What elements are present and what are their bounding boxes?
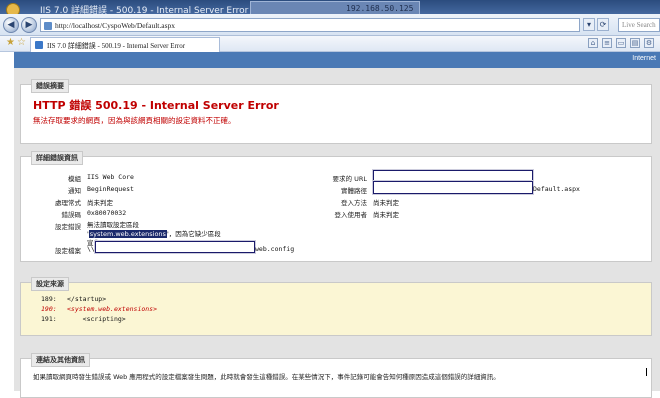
code-line-num-error: 190: <box>41 305 57 313</box>
tab-label: IIS 7.0 詳細錯誤 - 500.19 - Internal Server … <box>47 42 186 50</box>
address-toolbar: ◀ ▶ http://localhost/CyspoWeb/Default.as… <box>0 14 660 36</box>
address-text: http://localhost/CyspoWeb/Default.aspx <box>55 21 176 30</box>
page-icon <box>44 22 52 30</box>
favorites-star-icon[interactable]: ★ <box>6 37 15 48</box>
more-info-text: 如果讀取網頁時發生錯誤或 Web 應用程式的設定檔案發生問題，此時就會發生這種錯… <box>33 373 500 381</box>
page-body: 錯誤摘要 HTTP 錯誤 500.19 - Internal Server Er… <box>14 68 660 398</box>
back-arrow-icon[interactable]: ◀ <box>3 17 19 33</box>
code-line-num: 191: <box>41 315 57 323</box>
detail-label-logon-method: 登入方法 <box>341 199 367 207</box>
code-line-text: <scripting> <box>67 315 126 323</box>
tab-bar: ★ ☆ IIS 7.0 詳細錯誤 - 500.19 - Internal Ser… <box>0 36 660 52</box>
detail-label-config-file: 設定檔案 <box>55 247 81 255</box>
detail-label-config-error: 設定錯誤 <box>55 223 81 231</box>
detail-label-logon-user: 登入使用者 <box>334 211 368 219</box>
dropdown-icon[interactable]: ▾ <box>583 18 595 31</box>
config-source-tag: 設定來源 <box>31 277 69 291</box>
browser-window: IIS 7.0 詳細錯誤 - 500.19 - Internal Server … <box>0 0 660 398</box>
tab-page-icon <box>35 41 43 49</box>
error-details-tag: 詳細錯誤資訊 <box>31 151 83 165</box>
home-icon[interactable]: ⌂ <box>588 38 598 48</box>
error-details-panel: 詳細錯誤資訊 模組 IIS Web Core 通知 BeginRequest 處… <box>20 151 652 262</box>
error-heading: HTTP 錯誤 500.19 - Internal Server Error <box>33 99 279 112</box>
more-info-panel: 連結及其他資訊 如果讀取網頁時發生錯誤或 Web 應用程式的設定檔案發生問題，此… <box>20 353 652 398</box>
tab-iis-error[interactable]: IIS 7.0 詳細錯誤 - 500.19 - Internal Server … <box>30 37 220 52</box>
add-favorite-icon[interactable]: ☆ <box>17 37 26 48</box>
tools-menu-icon[interactable]: ⚙ <box>644 38 654 48</box>
detail-value-handler: 尚未判定 <box>87 199 113 207</box>
address-bar[interactable]: http://localhost/CyspoWeb/Default.aspx <box>40 18 580 32</box>
detail-label-module: 模組 <box>68 175 81 183</box>
feeds-icon[interactable]: ≡ <box>602 38 612 48</box>
detail-label-notification: 通知 <box>68 187 81 195</box>
redacted-config-path <box>95 241 255 253</box>
detail-label-error-code: 錯誤碼 <box>61 211 82 219</box>
code-line-num: 189: <box>41 295 57 303</box>
detail-value-error-code: 0x80070032 <box>87 209 127 217</box>
more-info-tag: 連結及其他資訊 <box>31 353 90 367</box>
error-summary-panel: 錯誤摘要 HTTP 錯誤 500.19 - Internal Server Er… <box>20 79 652 144</box>
refresh-icon[interactable]: ⟳ <box>597 18 609 31</box>
detail-label-url: 要求的 URL <box>332 175 367 183</box>
detail-value-logon-user: 尚未判定 <box>373 211 399 219</box>
detail-value-logon-method: 尚未判定 <box>373 199 399 207</box>
page-content: Internet 錯誤摘要 HTTP 錯誤 500.19 - Internal … <box>14 52 660 398</box>
error-summary-tag: 錯誤摘要 <box>31 79 69 93</box>
zone-label: Internet <box>632 55 656 62</box>
page-menu-icon[interactable]: ▤ <box>630 38 640 48</box>
print-icon[interactable]: ▭ <box>616 38 626 48</box>
detail-value-config-suffix: web.config <box>255 245 295 253</box>
code-line-text-error: <system.web.extensions> <box>67 305 158 313</box>
search-input[interactable]: Live Search <box>618 18 660 32</box>
detail-label-handler: 處理常式 <box>55 199 81 207</box>
detail-label-physical-path: 實體路徑 <box>341 187 367 195</box>
error-message: 無法存取要求的網頁，因為與該網頁相關的設定資料不正確。 <box>33 116 236 125</box>
config-source-panel: 設定來源 189: </startup> 190: <system.web.ex… <box>20 277 652 336</box>
text-cursor <box>646 368 647 376</box>
detail-value-physical-path-suffix: Default.aspx <box>533 185 580 193</box>
config-error-section: system.web.extensions <box>88 230 167 238</box>
page-header-band: Internet <box>14 52 660 68</box>
detail-value-module: IIS Web Core <box>87 173 134 181</box>
redacted-physical-path <box>373 181 533 194</box>
forward-arrow-icon[interactable]: ▶ <box>21 17 37 33</box>
detail-value-notification: BeginRequest <box>87 185 134 193</box>
code-line-text: </startup> <box>67 295 107 303</box>
